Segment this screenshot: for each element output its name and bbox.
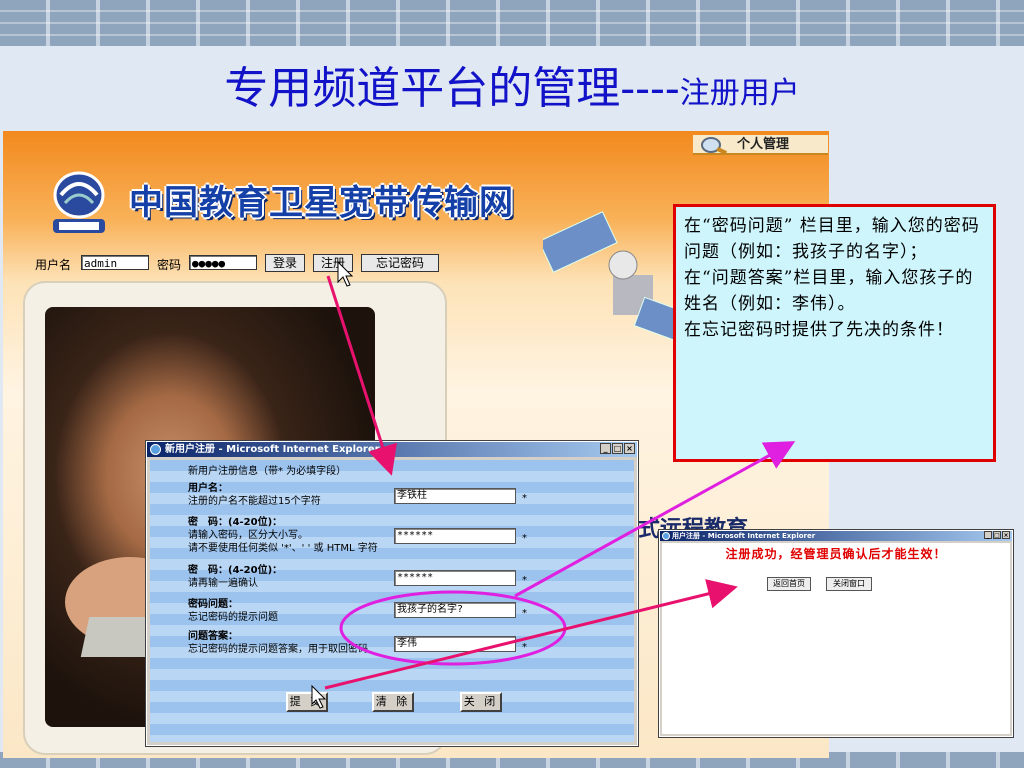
- username-field-label: 用户名： 注册的户名不能超过15个字符: [188, 483, 321, 507]
- personal-management-link[interactable]: 个人管理: [693, 135, 828, 155]
- magnifier-icon: [701, 137, 728, 154]
- maximize-button[interactable]: □: [612, 443, 623, 454]
- reg-password-input[interactable]: ******: [394, 528, 516, 544]
- required-marker: *: [522, 575, 527, 586]
- close-window-button[interactable]: ×: [1002, 531, 1010, 539]
- slide-top-border: [0, 0, 1024, 46]
- register-button[interactable]: 注册: [313, 254, 353, 272]
- minimize-button[interactable]: _: [984, 531, 992, 539]
- success-message: 注册成功，经管理员确认后才能生效！: [725, 547, 947, 561]
- required-marker: *: [522, 608, 527, 619]
- required-marker: *: [522, 493, 527, 504]
- register-form: 新用户注册信息（带* 为必填字段） 用户名： 注册的户名不能超过15个字符 李铁柱…: [150, 460, 634, 742]
- submit-button[interactable]: 提 交: [286, 692, 328, 712]
- satellite-image: [543, 211, 693, 345]
- cetv-logo-icon: [53, 171, 105, 233]
- register-window-titlebar[interactable]: 新用户注册 - Microsoft Internet Explorer _ □ …: [147, 442, 637, 457]
- maximize-button[interactable]: □: [993, 531, 1001, 539]
- password-input[interactable]: ●●●●●: [189, 255, 257, 270]
- username-label: 用户名: [35, 258, 72, 272]
- slide-title: 专用频道平台的管理----注册用户: [0, 52, 1024, 116]
- ie-icon: [662, 532, 670, 540]
- reg-confirm-password-input[interactable]: ******: [394, 570, 516, 586]
- callout-line-1: 在“密码问题” 栏目里，输入您的密码问题（例如：我孩子的名字）；: [684, 216, 980, 262]
- success-window-titlebar[interactable]: 用户注册 - Microsoft Internet Explorer _ □ ×: [660, 531, 1012, 541]
- close-page-button[interactable]: 关闭窗口: [826, 577, 872, 591]
- close-window-button[interactable]: ×: [624, 443, 635, 454]
- required-marker: *: [522, 642, 527, 653]
- security-answer-input[interactable]: 李伟: [394, 636, 516, 652]
- form-header: 新用户注册信息（带* 为必填字段）: [188, 466, 347, 477]
- close-button[interactable]: 关 闭: [460, 692, 502, 712]
- security-answer-label: 问题答案： 忘记密码的提示问题答案，用于取回密码: [188, 631, 368, 655]
- security-question-input[interactable]: 我孩子的名字?: [394, 602, 516, 618]
- login-button[interactable]: 登录: [265, 254, 305, 272]
- clear-button[interactable]: 清 除: [372, 692, 414, 712]
- success-window: 用户注册 - Microsoft Internet Explorer _ □ ×…: [658, 529, 1014, 738]
- site-banner-title: 中国教育卫星宽带传输网: [129, 183, 514, 223]
- register-window: 新用户注册 - Microsoft Internet Explorer _ □ …: [145, 440, 639, 747]
- return-home-button[interactable]: 返回首页: [767, 577, 811, 591]
- instruction-callout: 在“密码问题” 栏目里，输入您的密码问题（例如：我孩子的名字）； 在“问题答案”…: [673, 204, 996, 462]
- confirm-password-field-label: 密 码：(4-20位)： 请再输一遍确认: [188, 565, 283, 589]
- password-field-label: 密 码：(4-20位)： 请输入密码，区分大小写。 请不要使用任何类似 '*'、' …: [188, 517, 378, 554]
- password-label: 密码: [157, 258, 182, 272]
- slide-title-main: 专用频道平台的管理----: [224, 63, 680, 114]
- security-question-label: 密码问题： 忘记密码的提示问题: [188, 599, 278, 623]
- reg-username-input[interactable]: 李铁柱: [394, 488, 516, 504]
- minimize-button[interactable]: _: [600, 443, 611, 454]
- success-body: 注册成功，经管理员确认后才能生效！ 返回首页 关闭窗口: [662, 543, 1010, 734]
- forgot-password-button[interactable]: 忘记密码: [361, 254, 439, 272]
- callout-line-3: 在忘记密码时提供了先决的条件！: [684, 320, 954, 340]
- slide-title-sub: 注册用户: [679, 76, 800, 111]
- callout-line-2: 在“问题答案”栏目里，输入您孩子的姓名（例如：李伟）。: [684, 268, 974, 314]
- username-input[interactable]: admin: [81, 255, 149, 270]
- ie-icon: [150, 444, 161, 455]
- required-marker: *: [522, 533, 527, 544]
